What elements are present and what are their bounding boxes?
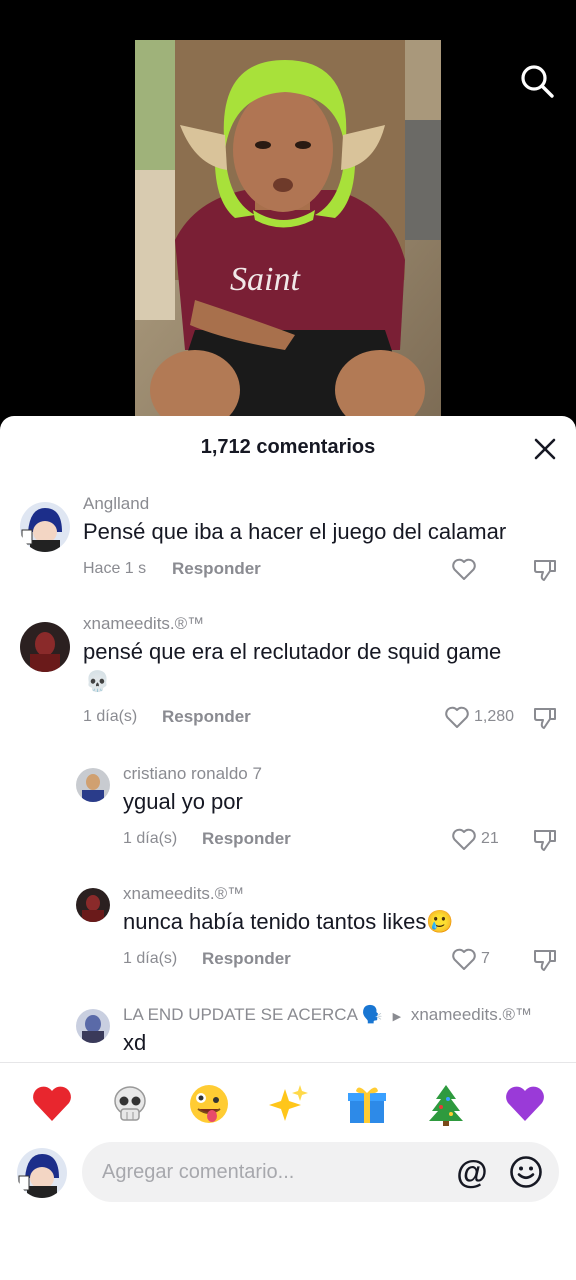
video-frame-illustration: Saint: [135, 40, 441, 420]
close-icon: [534, 438, 556, 460]
reply-text: nunca había tenido tantos likes🥲: [123, 909, 454, 934]
reply-to-username[interactable]: xnameedits.®™: [411, 1005, 532, 1024]
search-icon: [521, 65, 554, 98]
comment-text: Pensé que iba a hacer el juego del calam…: [83, 519, 507, 544]
emoji-purple-heart-button[interactable]: [502, 1081, 548, 1127]
emoji-zany-face-button[interactable]: [186, 1081, 232, 1127]
dislike-button[interactable]: [532, 947, 558, 978]
shirt-text: Saint: [230, 261, 301, 298]
purple-heart-icon: [506, 1086, 544, 1121]
like-button[interactable]: 1,280: [444, 705, 514, 729]
reply-button[interactable]: Responder: [202, 949, 291, 969]
reply-button[interactable]: Responder: [172, 559, 261, 579]
reply-text: xd: [123, 1030, 147, 1055]
emoji-picker-button[interactable]: [508, 1154, 544, 1190]
comment-input-container[interactable]: @: [82, 1142, 559, 1202]
emoji-tree-button[interactable]: [423, 1081, 469, 1127]
comment-emoji: 💀: [85, 671, 110, 693]
avatar[interactable]: [20, 502, 70, 552]
username-emoji: 🗣️: [361, 1005, 383, 1024]
emoji-quick-bar: [0, 1062, 576, 1142]
avatar[interactable]: [20, 622, 70, 672]
reply-button[interactable]: Responder: [162, 707, 251, 727]
my-avatar[interactable]: [17, 1148, 67, 1198]
reply-text: ygual yo por: [123, 789, 243, 814]
reply-button[interactable]: Responder: [202, 829, 291, 849]
like-button[interactable]: 21: [451, 827, 499, 851]
heart-icon: [452, 948, 476, 970]
comment-username[interactable]: xnameedits.®™: [83, 614, 204, 634]
christmas-tree-icon: [429, 1085, 463, 1126]
emoji-sparkles-button[interactable]: [265, 1081, 311, 1127]
skull-icon: [114, 1086, 146, 1121]
emoji-heart-button[interactable]: [29, 1081, 75, 1127]
emoji-skull-button[interactable]: [107, 1081, 153, 1127]
comment-input-bar: @: [0, 1142, 576, 1280]
reply-time: 1 día(s): [123, 830, 178, 847]
dislike-button[interactable]: [532, 705, 558, 736]
red-heart-icon: [33, 1086, 71, 1121]
video-player[interactable]: Saint: [0, 0, 576, 430]
comment-input[interactable]: [102, 1142, 442, 1202]
reply-arrow-icon: ▶: [392, 1011, 402, 1023]
comment-time: 1 día(s): [83, 708, 138, 725]
heart-icon: [452, 828, 476, 850]
reply-username-text: LA END UPDATE SE ACERCA: [123, 1005, 357, 1024]
dislike-button[interactable]: [532, 557, 558, 588]
heart-icon: [452, 558, 476, 580]
comment-time: Hace 1 s: [83, 560, 147, 577]
reply-username[interactable]: xnameedits.®™: [123, 884, 244, 904]
reply-username[interactable]: cristiano ronaldo 7: [123, 764, 262, 784]
comment-text: pensé que era el reclutador de squid gam…: [83, 639, 502, 664]
thumbs-down-icon: [534, 950, 556, 971]
thumbs-down-icon: [534, 560, 556, 581]
like-button[interactable]: [451, 557, 481, 581]
comments-count-title: 1,712 comentarios: [200, 436, 376, 458]
like-count: 1,280: [474, 708, 515, 725]
dislike-button[interactable]: [532, 827, 558, 858]
heart-icon: [445, 706, 469, 728]
mention-button[interactable]: @: [454, 1154, 490, 1190]
reply-username[interactable]: LA END UPDATE SE ACERCA 🗣️ ▶ xnameedits.…: [123, 1005, 532, 1025]
emoji-gift-button[interactable]: [344, 1081, 390, 1127]
avatar[interactable]: [76, 768, 110, 802]
like-button[interactable]: 7: [451, 947, 490, 971]
close-button[interactable]: [532, 436, 558, 462]
video-thumbnail[interactable]: Saint: [135, 40, 441, 420]
like-count: 21: [481, 830, 499, 847]
search-button[interactable]: [518, 62, 556, 100]
smiley-icon: [510, 1156, 542, 1188]
avatar[interactable]: [76, 888, 110, 922]
thumbs-down-icon: [534, 830, 556, 851]
thumbs-down-icon: [534, 708, 556, 729]
zany-face-icon: [190, 1085, 228, 1123]
sparkles-icon: [269, 1085, 308, 1121]
comment-username[interactable]: Anglland: [83, 494, 149, 514]
like-count: 7: [481, 950, 490, 967]
reply-time: 1 día(s): [123, 950, 178, 967]
avatar[interactable]: [76, 1009, 110, 1043]
gift-icon: [348, 1087, 386, 1123]
